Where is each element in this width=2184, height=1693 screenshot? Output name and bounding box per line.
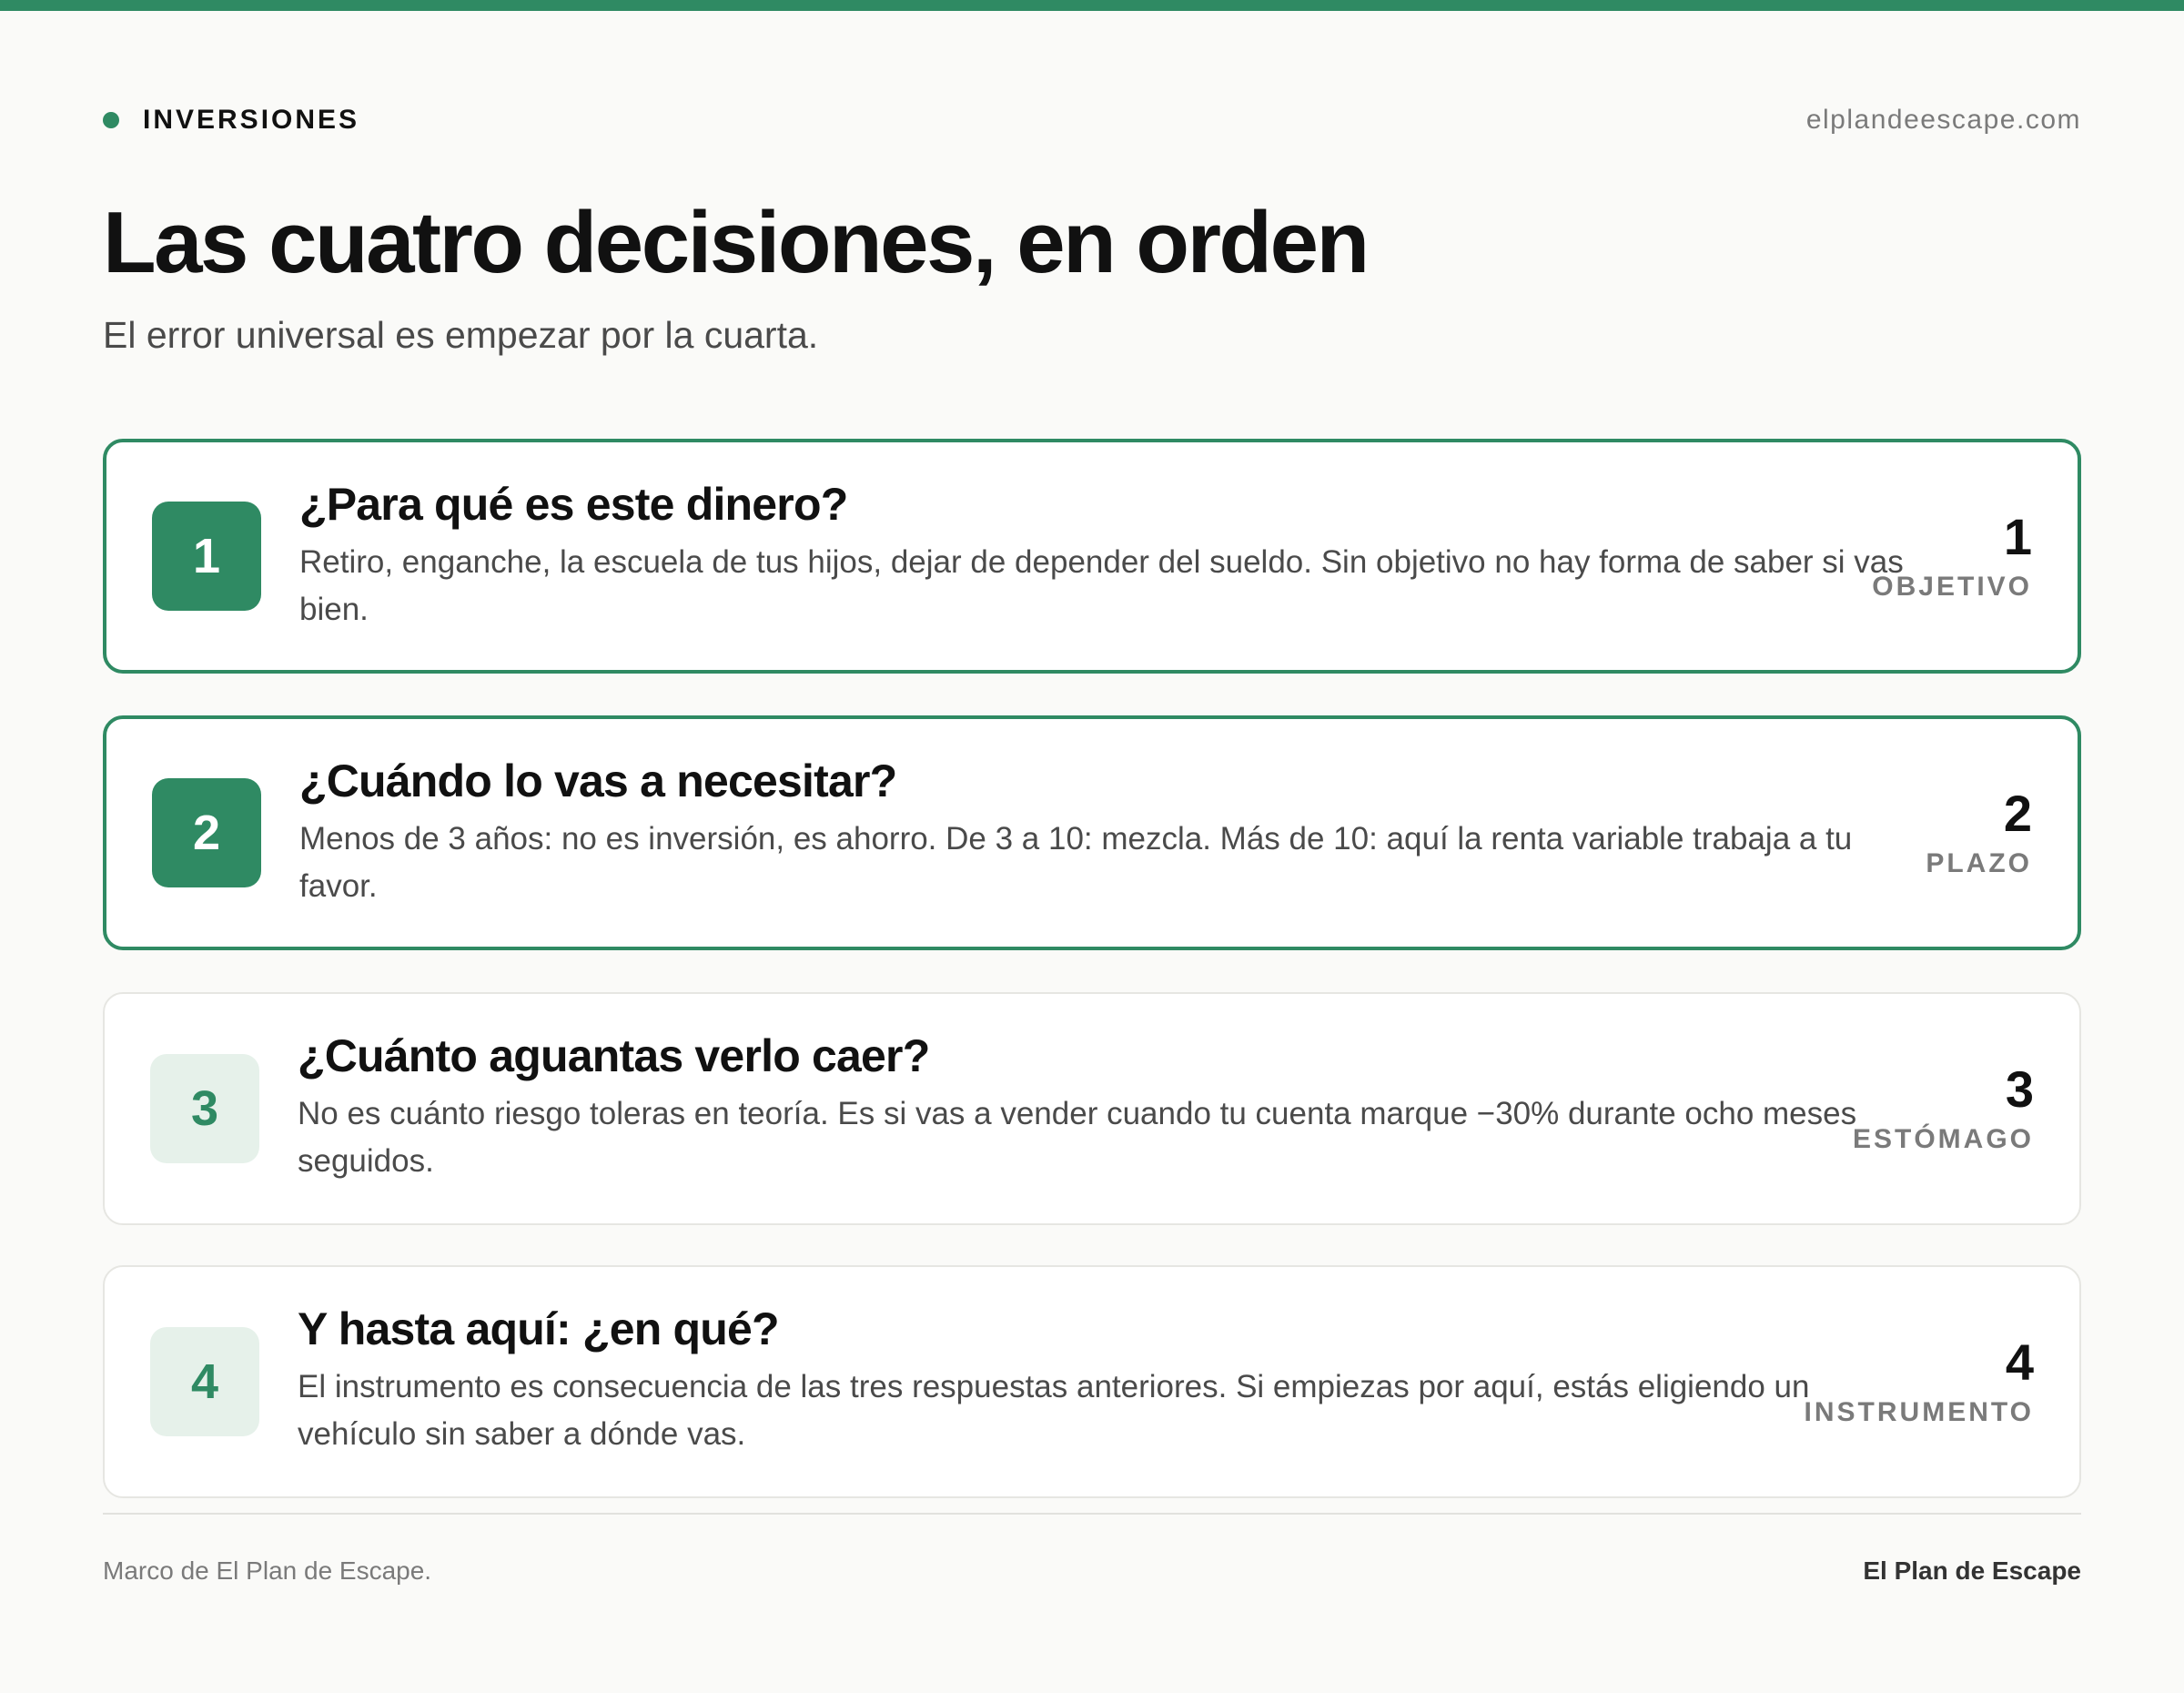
section-tag: INVERSIONES bbox=[103, 102, 359, 138]
site-url[interactable]: elplandeescape.com bbox=[1806, 102, 2081, 138]
page-header: INVERSIONES elplandeescape.com bbox=[103, 102, 2081, 138]
step-meta-label: INSTRUMENTO bbox=[1804, 1397, 2034, 1427]
step-description: No es cuánto riesgo toleras en teoría. E… bbox=[298, 1096, 1857, 1179]
step-title: ¿Cuánto aguantas verlo caer? bbox=[298, 1030, 930, 1081]
step-content: ¿Cuánto aguantas verlo caer? No es cuánt… bbox=[298, 1027, 1936, 1185]
step-meta-number: 4 bbox=[2005, 1333, 2034, 1391]
footer-divider bbox=[103, 1513, 2081, 1515]
step-description: Retiro, enganche, la escuela de tus hijo… bbox=[299, 544, 1904, 627]
page-title: Las cuatro decisiones, en orden bbox=[103, 194, 1370, 291]
step-meta-label: OBJETIVO bbox=[1872, 572, 2032, 602]
page: INVERSIONES elplandeescape.com Las cuatr… bbox=[103, 0, 2081, 1693]
step-meta-number: 3 bbox=[2005, 1060, 2034, 1118]
step-description: El instrumento es consecuencia de las tr… bbox=[298, 1369, 1810, 1452]
step-content: Y hasta aquí: ¿en qué? El instrumento es… bbox=[298, 1300, 1936, 1458]
bullet-dot-icon bbox=[103, 112, 119, 128]
section-label: INVERSIONES bbox=[143, 105, 360, 135]
footer-source: Marco de El Plan de Escape. bbox=[103, 1556, 432, 1585]
step-meta-label: ESTÓMAGO bbox=[1852, 1124, 2034, 1154]
step-title: ¿Para qué es este dinero? bbox=[299, 479, 848, 530]
step-content: ¿Cuándo lo vas a necesitar? Menos de 3 a… bbox=[299, 752, 1937, 910]
step-title: Y hasta aquí: ¿en qué? bbox=[298, 1303, 780, 1354]
step-number-badge: 3 bbox=[150, 1054, 259, 1163]
footer-brand: El Plan de Escape bbox=[1863, 1556, 2081, 1585]
step-meta: 3 ESTÓMAGO bbox=[1853, 1062, 2034, 1155]
step-meta: 2 PLAZO bbox=[1926, 786, 2032, 879]
step-number-badge: 1 bbox=[152, 502, 261, 611]
step-meta-number: 2 bbox=[2003, 785, 2032, 842]
step-card-instrumento: 4 Y hasta aquí: ¿en qué? El instrumento … bbox=[103, 1265, 2081, 1498]
step-title: ¿Cuándo lo vas a necesitar? bbox=[299, 755, 897, 806]
steps-list: 1 ¿Para qué es este dinero? Retiro, enga… bbox=[103, 439, 2081, 1538]
step-card-estomago: 3 ¿Cuánto aguantas verlo caer? No es cuá… bbox=[103, 992, 2081, 1225]
step-card-plazo: 2 ¿Cuándo lo vas a necesitar? Menos de 3… bbox=[103, 715, 2081, 950]
step-meta-number: 1 bbox=[2003, 508, 2032, 565]
step-content: ¿Para qué es este dinero? Retiro, enganc… bbox=[299, 475, 1937, 634]
step-meta-label: PLAZO bbox=[1926, 848, 2032, 878]
step-description: Menos de 3 años: no es inversión, es aho… bbox=[299, 821, 1853, 904]
step-number-badge: 4 bbox=[150, 1327, 259, 1436]
step-meta: 4 INSTRUMENTO bbox=[1805, 1335, 2034, 1428]
step-card-objetivo: 1 ¿Para qué es este dinero? Retiro, enga… bbox=[103, 439, 2081, 674]
page-subtitle: El error universal es empezar por la cua… bbox=[103, 314, 819, 356]
step-meta: 1 OBJETIVO bbox=[1872, 510, 2032, 603]
step-number-badge: 2 bbox=[152, 778, 261, 887]
